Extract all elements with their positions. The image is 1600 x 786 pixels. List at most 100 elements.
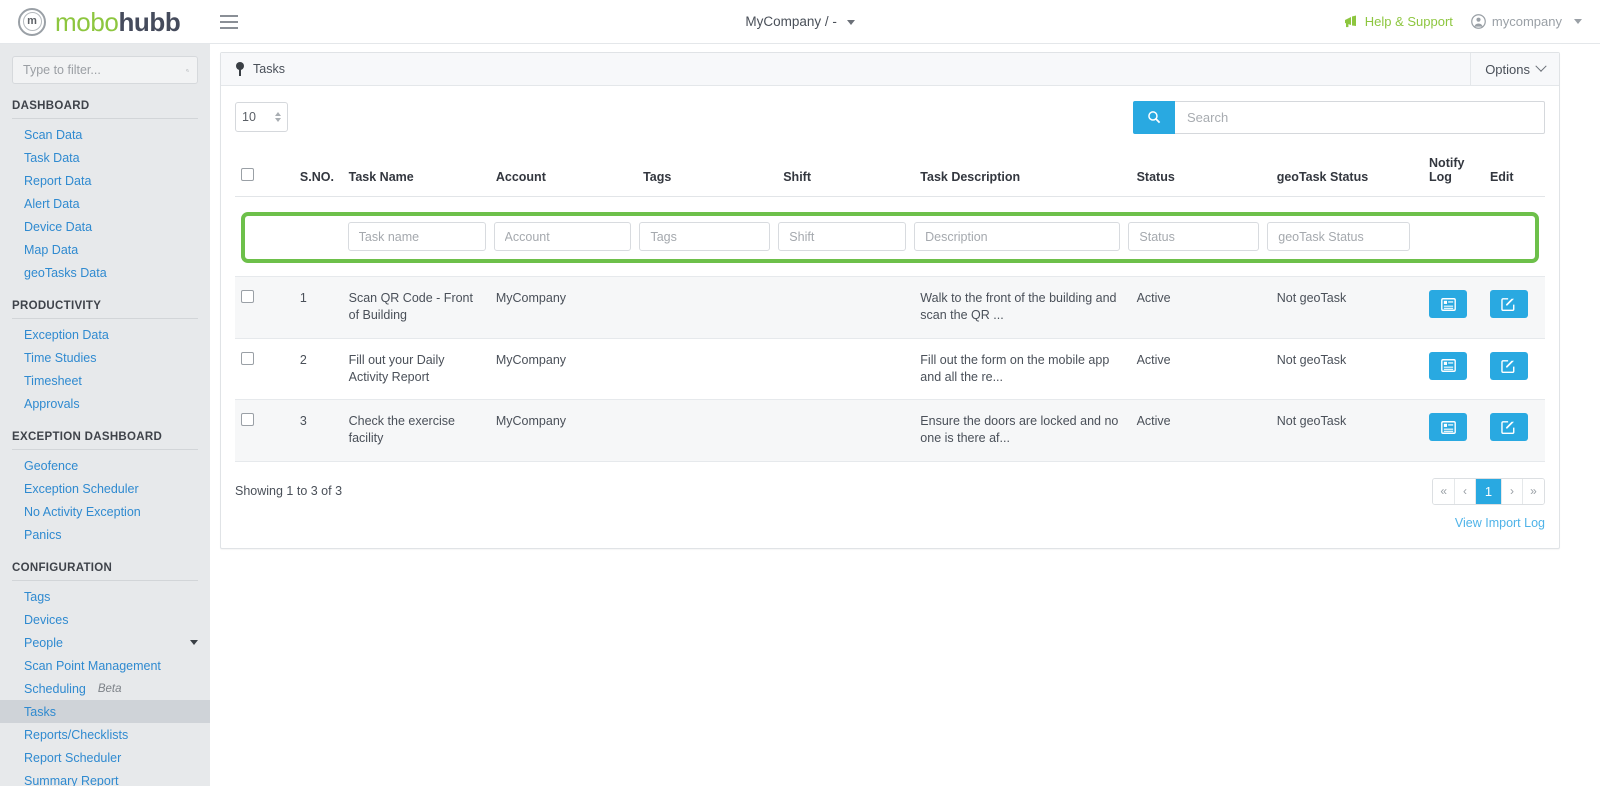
sidebar-item-label: Map Data <box>24 243 78 257</box>
sidebar-item-scheduling[interactable]: SchedulingBeta <box>0 677 210 700</box>
select-all-checkbox[interactable] <box>241 168 254 181</box>
sidebar-item-scan-point-management[interactable]: Scan Point Management <box>0 654 210 677</box>
sidebar-item-report-scheduler[interactable]: Report Scheduler <box>0 746 210 769</box>
sidebar-item-no-activity-exception[interactable]: No Activity Exception <box>0 500 210 523</box>
sidebar-item-map-data[interactable]: Map Data <box>0 238 210 261</box>
filter-task-name-input[interactable] <box>348 222 486 251</box>
sidebar-item-tags[interactable]: Tags <box>0 585 210 608</box>
column-header-edit: Edit <box>1484 148 1545 197</box>
cell-notify-log <box>1423 277 1484 339</box>
sidebar-item-alert-data[interactable]: Alert Data <box>0 192 210 215</box>
company-selector-label: MyCompany / - <box>745 14 837 29</box>
chevron-down-icon <box>1574 19 1582 24</box>
filter-status-input[interactable] <box>1128 222 1259 251</box>
search-button[interactable] <box>1133 101 1175 134</box>
sidebar-group-title: CONFIGURATION <box>0 562 210 580</box>
cell-account: MyCompany <box>490 400 637 462</box>
sidebar-item-time-studies[interactable]: Time Studies <box>0 346 210 369</box>
table-footer: Showing 1 to 3 of 3 «‹1›» <box>235 462 1545 505</box>
pagination-button[interactable]: » <box>1523 479 1544 504</box>
sidebar-item-exception-scheduler[interactable]: Exception Scheduler <box>0 477 210 500</box>
sidebar-group: DASHBOARDScan DataTask DataReport DataAl… <box>0 100 210 284</box>
sidebar-filter-input[interactable] <box>21 62 186 78</box>
filter-description-input[interactable] <box>914 222 1120 251</box>
sidebar-filter[interactable] <box>12 56 198 84</box>
column-filter-cell <box>235 197 1545 277</box>
sidebar-item-scan-data[interactable]: Scan Data <box>0 123 210 146</box>
sidebar: DASHBOARDScan DataTask DataReport DataAl… <box>0 44 210 786</box>
row-select-cell <box>235 277 294 339</box>
sidebar-item-tasks[interactable]: Tasks <box>0 700 210 723</box>
hamburger-icon[interactable] <box>220 9 246 35</box>
sidebar-item-geotasks-data[interactable]: geoTasks Data <box>0 261 210 284</box>
notify-log-button[interactable] <box>1429 290 1467 318</box>
edit-button[interactable] <box>1490 413 1528 441</box>
cell-sno: 1 <box>294 277 343 339</box>
cell-description: Walk to the front of the building and sc… <box>914 277 1130 339</box>
sidebar-group-title: EXCEPTION DASHBOARD <box>0 431 210 449</box>
sidebar-item-summary-report[interactable]: Summary Report <box>0 769 210 786</box>
pagination-button[interactable]: « <box>1433 479 1455 504</box>
sidebar-item-device-data[interactable]: Device Data <box>0 215 210 238</box>
sidebar-item-geofence[interactable]: Geofence <box>0 454 210 477</box>
filter-account-input[interactable] <box>494 222 632 251</box>
view-import-log-link[interactable]: View Import Log <box>1455 516 1545 530</box>
sidebar-item-devices[interactable]: Devices <box>0 608 210 631</box>
cell-sno: 3 <box>294 400 343 462</box>
filter-geotask-status-input[interactable] <box>1267 222 1410 251</box>
filter-cell-status <box>1128 222 1267 251</box>
sidebar-item-badge: Beta <box>98 683 122 695</box>
sidebar-item-exception-data[interactable]: Exception Data <box>0 323 210 346</box>
pagination-button[interactable]: › <box>1502 479 1523 504</box>
row-checkbox[interactable] <box>241 290 254 303</box>
edit-button[interactable] <box>1490 352 1528 380</box>
edit-pencil-square-icon <box>1501 359 1516 373</box>
chevron-down-icon[interactable] <box>190 640 198 645</box>
sidebar-item-task-data[interactable]: Task Data <box>0 146 210 169</box>
cell-geotask-status: Not geoTask <box>1271 400 1423 462</box>
cell-status: Active <box>1131 338 1271 400</box>
filter-cell-account <box>494 222 640 251</box>
cell-tags <box>637 277 777 339</box>
sidebar-item-reports-checklists[interactable]: Reports/Checklists <box>0 723 210 746</box>
notify-log-button[interactable] <box>1429 352 1467 380</box>
cell-sno: 2 <box>294 338 343 400</box>
column-header-description: Task Description <box>914 148 1130 197</box>
company-selector[interactable]: MyCompany / - <box>650 14 950 29</box>
sidebar-item-label: Report Data <box>24 174 91 188</box>
app-logo[interactable]: m mobohubb <box>0 0 210 44</box>
sidebar-item-label: Scan Data <box>24 128 82 142</box>
tasks-panel: Tasks Options 10 <box>220 52 1560 549</box>
sidebar-group-title: PRODUCTIVITY <box>0 300 210 318</box>
hamburger-bar <box>220 21 238 23</box>
stepper-down-icon[interactable] <box>275 118 281 122</box>
pagination-button[interactable]: ‹ <box>1455 479 1476 504</box>
table-row: 3Check the exercise facilityMyCompanyEns… <box>235 400 1545 462</box>
options-button[interactable]: Options <box>1470 53 1559 85</box>
notify-log-button[interactable] <box>1429 413 1467 441</box>
search-input[interactable] <box>1175 101 1545 134</box>
sidebar-item-people[interactable]: People <box>0 631 210 654</box>
filter-shift-input[interactable] <box>778 222 906 251</box>
pagination-current-page[interactable]: 1 <box>1476 479 1502 504</box>
stepper-arrows-icon[interactable] <box>275 112 281 122</box>
sidebar-item-timesheet[interactable]: Timesheet <box>0 369 210 392</box>
cell-shift <box>777 277 914 339</box>
help-support-link[interactable]: Help & Support <box>1344 14 1453 29</box>
top-bar-right: Help & Support mycompany <box>1344 14 1600 29</box>
column-filter-holder <box>241 210 1539 263</box>
row-checkbox[interactable] <box>241 352 254 365</box>
sidebar-item-label: Timesheet <box>24 374 82 388</box>
sidebar-item-approvals[interactable]: Approvals <box>0 392 210 415</box>
row-checkbox[interactable] <box>241 413 254 426</box>
page-size-stepper[interactable]: 10 <box>235 102 288 132</box>
user-menu[interactable]: mycompany <box>1471 14 1582 29</box>
stepper-up-icon[interactable] <box>275 112 281 116</box>
sidebar-item-panics[interactable]: Panics <box>0 523 210 546</box>
filter-tags-input[interactable] <box>639 222 770 251</box>
column-header-status: Status <box>1131 148 1271 197</box>
filter-cell-geotask-status <box>1267 222 1418 251</box>
sidebar-item-report-data[interactable]: Report Data <box>0 169 210 192</box>
hamburger-bar <box>220 15 238 17</box>
edit-button[interactable] <box>1490 290 1528 318</box>
